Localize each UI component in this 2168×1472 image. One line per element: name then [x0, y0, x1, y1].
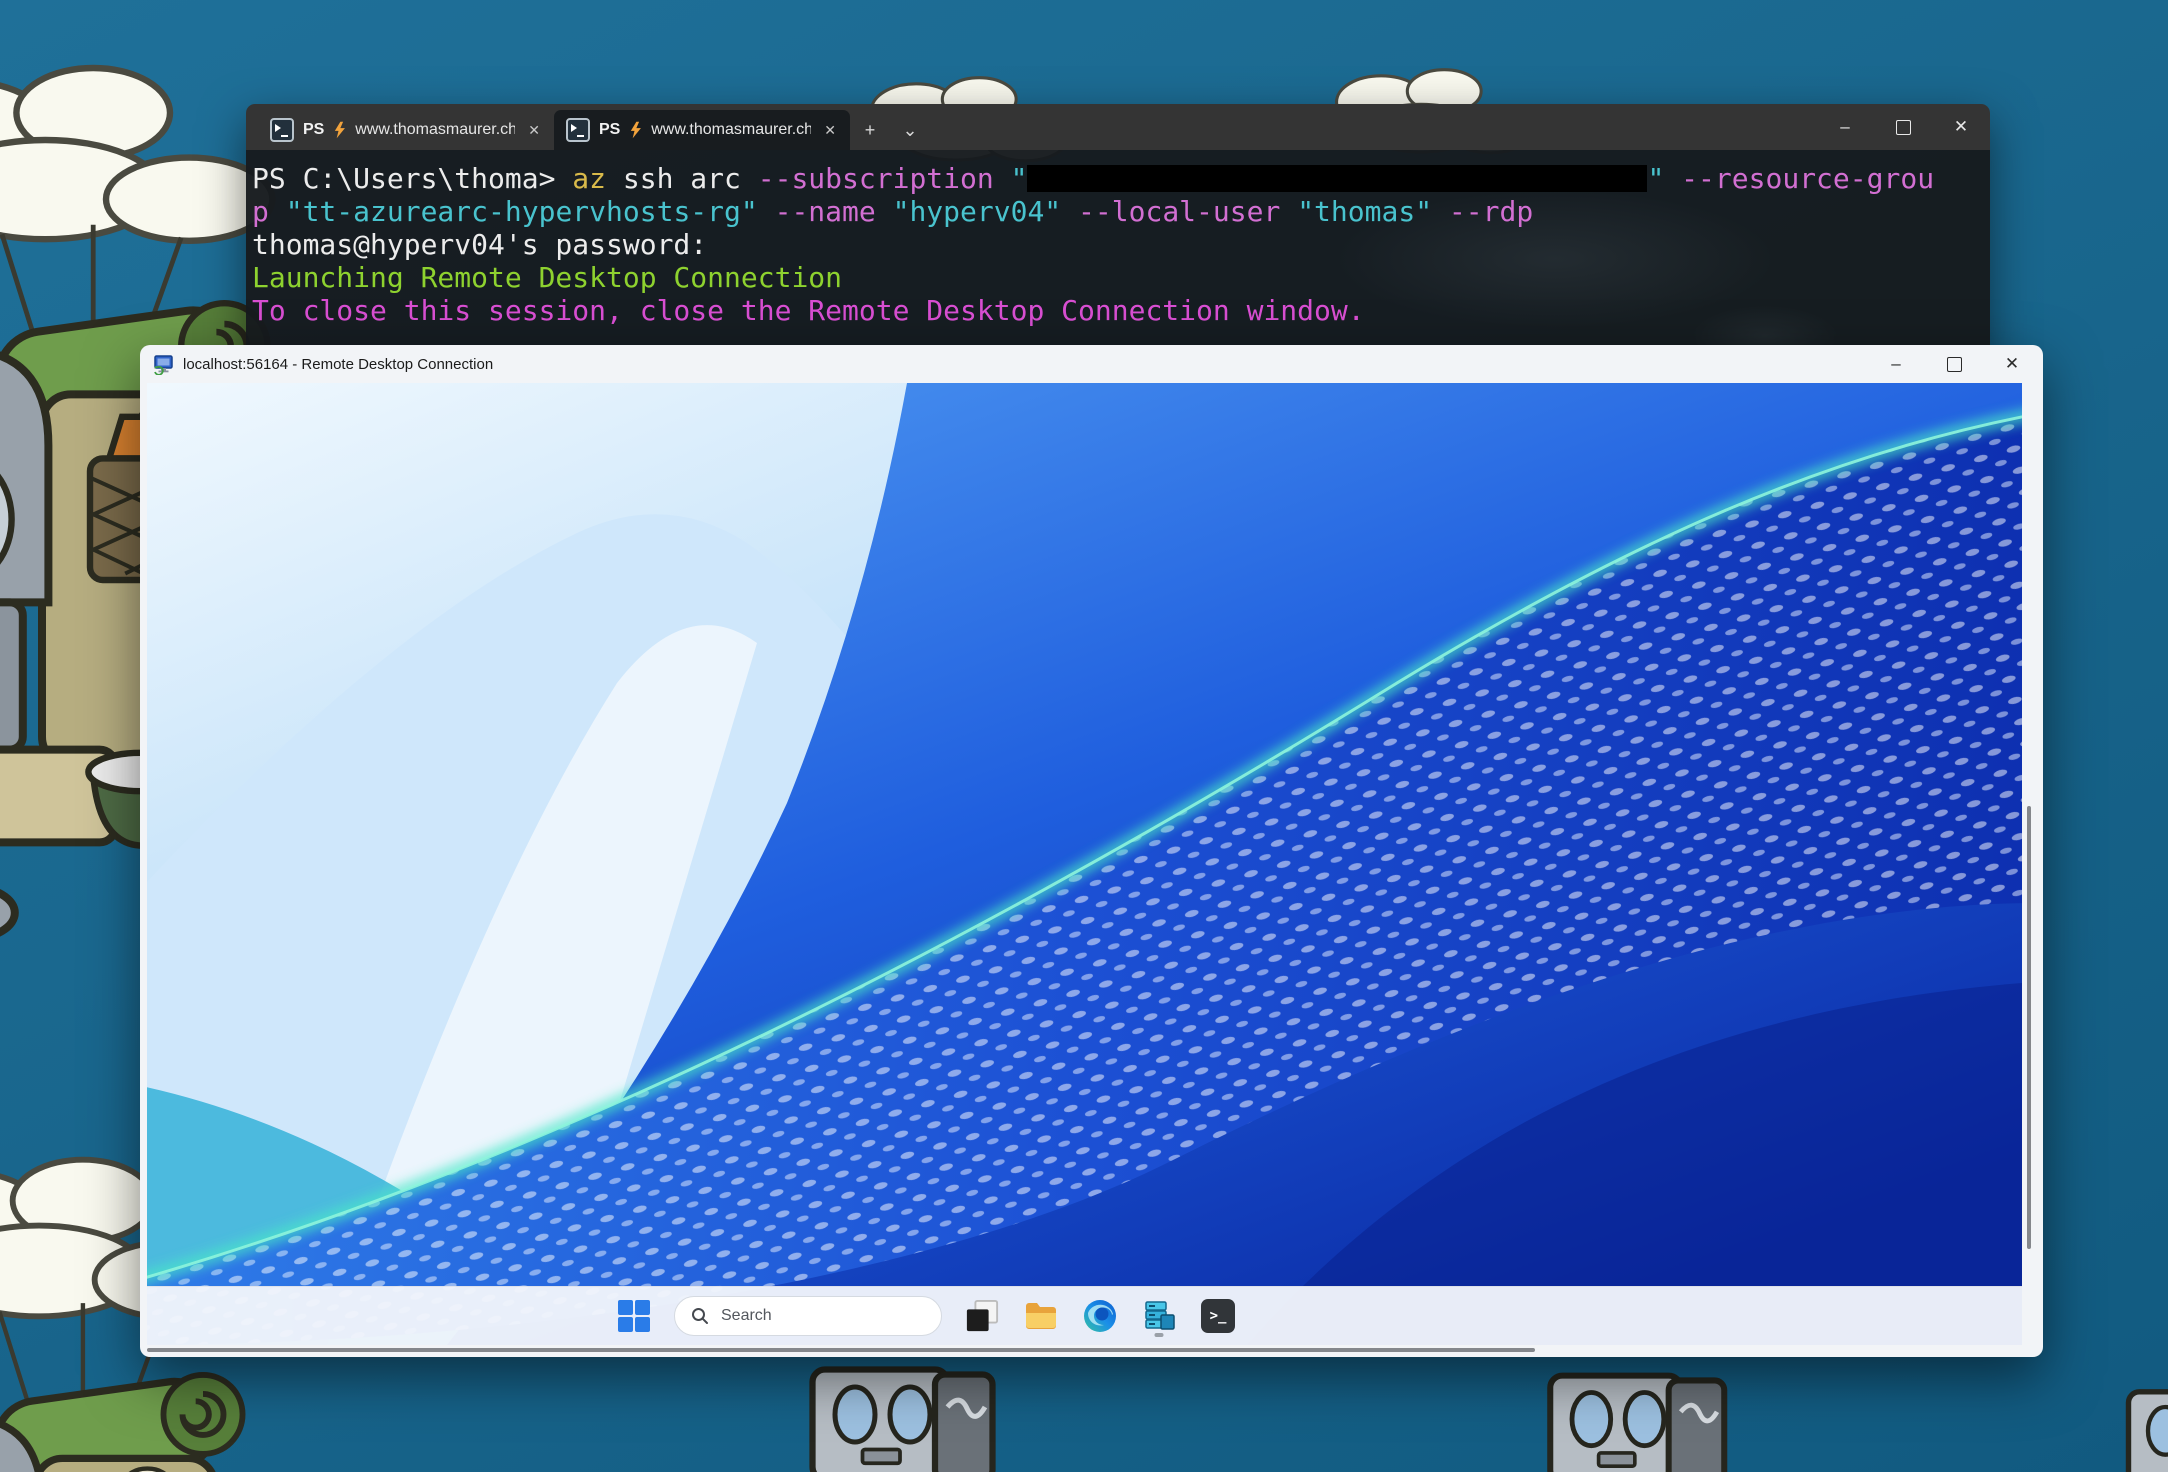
win11-bloom-wallpaper [147, 383, 2022, 1345]
param-resource-group: --resource-grou [1664, 162, 1934, 195]
rdp-title-bar[interactable]: localhost:56164 - Remote Desktop Connect… [140, 345, 2043, 383]
lightning-icon [629, 121, 642, 139]
terminal-line-launching: Launching Remote Desktop Connection [252, 261, 1990, 294]
vertical-scrollbar-thumb[interactable] [2027, 806, 2031, 1249]
value-local-user: "thomas" [1297, 195, 1432, 228]
rdp-window: localhost:56164 - Remote Desktop Connect… [140, 345, 2043, 1357]
new-tab-button[interactable]: + [850, 110, 890, 150]
powershell-icon [270, 118, 294, 142]
command-args: ssh arc [606, 162, 758, 195]
terminal-tab-2-active[interactable]: PS www.thomasmaurer.ch ✕ [554, 110, 850, 150]
tab-title: www.thomasmaurer.ch [651, 121, 811, 139]
terminal-glyph: >_ [1201, 1299, 1235, 1333]
windows-logo-icon [618, 1300, 650, 1332]
close-button[interactable]: ✕ [1932, 104, 1990, 150]
terminal-tab-bar: PS www.thomasmaurer.ch ✕ PS www.thomasma… [246, 104, 1990, 150]
task-view-icon[interactable] [963, 1294, 1001, 1338]
value-resource-group: "tt-azurearc-hypervhosts-rg" [286, 195, 758, 228]
terminal-line-password-prompt: thomas@hyperv04's password: [252, 228, 1990, 261]
edge-browser-icon[interactable] [1081, 1294, 1119, 1338]
quote: " [1647, 162, 1664, 195]
robot-wallpaper-corner [2070, 1385, 2168, 1472]
tab-shell-label: PS [303, 121, 324, 139]
edge-glyph [1082, 1298, 1118, 1334]
param-name: --name [758, 195, 893, 228]
tab-dropdown-button[interactable]: ⌄ [890, 110, 930, 150]
command-az: az [572, 162, 606, 195]
prompt-text: PS C:\Users\thoma> [252, 162, 572, 195]
remote-desktop-viewport: Search [147, 383, 2022, 1345]
param-wrap: p [252, 195, 286, 228]
search-box[interactable]: Search [674, 1296, 942, 1336]
terminal-line: p "tt-azurearc-hypervhosts-rg" --name "h… [252, 195, 1990, 228]
desktop: PS www.thomasmaurer.ch ✕ PS www.thomasma… [0, 0, 2168, 1472]
robot-wallpaper-bottom-right [1485, 1368, 1775, 1472]
windows-terminal-icon[interactable]: >_ [1199, 1294, 1237, 1338]
terminal-caption-buttons: – ✕ [1816, 104, 1990, 150]
minimize-button[interactable]: – [1816, 104, 1874, 150]
value-name: "hyperv04" [893, 195, 1062, 228]
terminal-output: PS C:\Users\thoma> az ssh arc --subscrip… [246, 150, 1990, 366]
tab-close-icon[interactable]: ✕ [524, 120, 544, 141]
maximize-icon [1947, 357, 1962, 372]
search-placeholder: Search [721, 1307, 772, 1325]
maximize-icon [1896, 120, 1911, 135]
maximize-button[interactable] [1874, 104, 1932, 150]
maximize-button[interactable] [1925, 345, 1983, 383]
param-subscription: --subscription [758, 162, 1011, 195]
server-manager-glyph [1141, 1298, 1177, 1334]
search-icon [691, 1307, 709, 1325]
terminal-line-close-hint: To close this session, close the Remote … [252, 294, 1990, 327]
start-button[interactable] [615, 1294, 653, 1338]
close-button[interactable]: ✕ [1983, 345, 2041, 383]
terminal-window: PS www.thomasmaurer.ch ✕ PS www.thomasma… [246, 104, 1990, 366]
folder-glyph [1023, 1298, 1059, 1334]
redacted-subscription-id [1027, 165, 1647, 192]
terminal-tab-1[interactable]: PS www.thomasmaurer.ch ✕ [258, 110, 554, 150]
running-indicator [1155, 1333, 1164, 1337]
horizontal-scrollbar-thumb[interactable] [147, 1348, 1535, 1352]
task-view-glyph [965, 1299, 999, 1333]
rdp-vertical-scrollbar[interactable] [2022, 383, 2036, 1345]
powershell-icon [566, 118, 590, 142]
param-rdp: --rdp [1432, 195, 1533, 228]
rdp-window-title: localhost:56164 - Remote Desktop Connect… [183, 356, 493, 373]
server-manager-icon[interactable] [1140, 1294, 1178, 1338]
param-local-user: --local-user [1061, 195, 1297, 228]
lightning-icon [333, 121, 346, 139]
tab-shell-label: PS [599, 121, 620, 139]
tab-title: www.thomasmaurer.ch [355, 121, 515, 139]
minimize-button[interactable]: – [1867, 345, 1925, 383]
remote-taskbar: Search [147, 1286, 2022, 1345]
rdp-horizontal-scrollbar[interactable] [147, 1346, 2022, 1354]
rdp-caption-buttons: – ✕ [1867, 345, 2041, 383]
remote-desktop-icon [152, 354, 174, 375]
quote: " [1011, 162, 1028, 195]
terminal-line: PS C:\Users\thoma> az ssh arc --subscrip… [252, 162, 1990, 195]
robot-wallpaper-bottom-center [745, 1362, 1045, 1472]
file-explorer-icon[interactable] [1022, 1294, 1060, 1338]
tab-close-icon[interactable]: ✕ [820, 120, 840, 141]
